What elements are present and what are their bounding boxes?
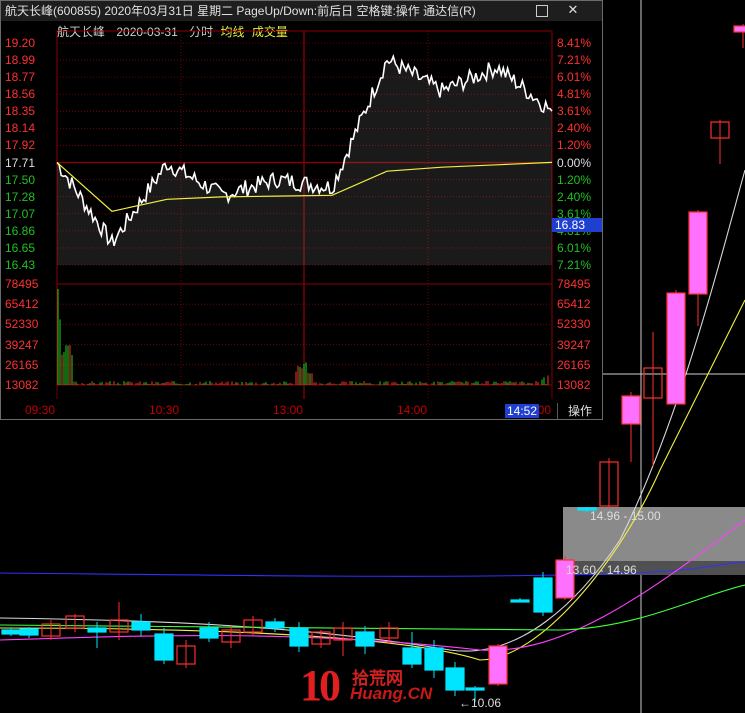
range-label-lower: 13.60 - 14.96 xyxy=(566,563,637,577)
range-label-upper: 14.96 - 15.00 xyxy=(590,509,661,523)
pct-axis-label: 2.40% xyxy=(557,121,592,136)
kline-candle-24 xyxy=(533,577,553,613)
price-axis-label: 17.07 xyxy=(5,206,36,221)
kline-candle-6 xyxy=(131,621,151,631)
price-axis-label: 17.28 xyxy=(5,189,36,204)
price-axis-label: 19.20 xyxy=(5,36,36,50)
watermark-number: 10 xyxy=(300,661,341,710)
volume-axis-label: 13082 xyxy=(5,378,39,392)
pct-axis-label: 7.21% xyxy=(557,258,592,272)
kline-candle-30 xyxy=(666,292,686,405)
kline-candle-9 xyxy=(199,627,219,639)
ma-green xyxy=(0,584,745,631)
volume-axis-label: 78495 xyxy=(557,277,591,291)
kline-candle-31 xyxy=(688,211,708,295)
pct-axis-label: 7.21% xyxy=(557,53,592,68)
pct-axis-label: 1.20% xyxy=(557,138,592,153)
price-axis-label: 16.43 xyxy=(5,258,36,272)
kline-candle-13 xyxy=(289,627,309,647)
price-axis-label: 18.35 xyxy=(5,104,36,119)
price-axis-label: 18.56 xyxy=(5,87,36,102)
volume-axis-label: 65412 xyxy=(5,297,39,312)
price-axis-label: 17.92 xyxy=(5,138,36,153)
kline-candle-16 xyxy=(355,631,375,647)
kline-candle-20 xyxy=(445,667,465,691)
operate-button[interactable]: 操作 xyxy=(557,403,602,419)
volume-axis-label: 39247 xyxy=(557,337,591,352)
volume-axis-label: 26165 xyxy=(557,357,591,372)
kline-candle-0 xyxy=(1,629,21,635)
price-axis-label: 18.99 xyxy=(5,53,36,68)
price-axis-label: 16.86 xyxy=(5,223,36,238)
watermark-domain: Huang.CN xyxy=(350,684,433,703)
volume-axis-label: 78495 xyxy=(5,277,39,291)
kline-candle-23 xyxy=(510,599,530,603)
pct-axis-label: 4.81% xyxy=(557,87,592,102)
volume-axis-label: 39247 xyxy=(5,337,39,352)
price-axis-label: 18.14 xyxy=(5,121,36,136)
kline-candle-22 xyxy=(488,645,508,685)
pct-axis-label: 3.61% xyxy=(557,104,592,119)
price-axis-label: 18.77 xyxy=(5,70,36,85)
cursor-time-label: 14:52 xyxy=(505,404,539,418)
pct-axis-label: 8.41% xyxy=(557,36,592,50)
price-axis-label: 17.50 xyxy=(5,172,36,187)
cursor-price-label: 16.83 xyxy=(552,218,602,232)
kline-candle-4 xyxy=(87,627,107,633)
low-price-value: 10.06 xyxy=(471,696,502,710)
pct-axis-label: 1.20% xyxy=(557,172,592,187)
time-axis-label: 09:30 xyxy=(25,403,56,417)
kline-candle-28 xyxy=(621,395,641,425)
volume-axis-label: 65412 xyxy=(557,297,591,312)
kline-candle-21 xyxy=(465,687,485,691)
price-axis-label: 17.71 xyxy=(5,155,36,170)
time-axis-label: 10:30 xyxy=(149,403,180,417)
pct-axis-label: 0.00% xyxy=(557,155,592,170)
pct-axis-label: 6.01% xyxy=(557,70,592,85)
kline-candle-7 xyxy=(154,633,174,661)
pct-axis-label: 2.40% xyxy=(557,189,592,204)
time-axis-label: 14:00 xyxy=(397,403,428,417)
intraday-chart xyxy=(56,30,553,399)
pct-axis-label: 6.01% xyxy=(557,240,592,255)
kline-candle-12 xyxy=(265,621,285,629)
watermark-logo: 10 拾荒网 Huang.CN xyxy=(300,661,440,710)
kline-candle-1 xyxy=(19,628,39,636)
volume-axis-label: 52330 xyxy=(5,317,39,332)
time-axis-label: 13:00 xyxy=(273,403,304,417)
price-axis-label: 16.65 xyxy=(5,240,36,255)
kline-candle-33 xyxy=(733,25,745,33)
volume-axis-label: 13082 xyxy=(557,378,591,392)
volume-axis-label: 26165 xyxy=(5,357,39,372)
low-price-mark: ←10.06 xyxy=(459,696,502,710)
intraday-window[interactable]: 航天长峰(600855) 2020年03月31日 星期二 PageUp/Down… xyxy=(0,0,603,420)
volume-axis-label: 52330 xyxy=(557,317,591,332)
